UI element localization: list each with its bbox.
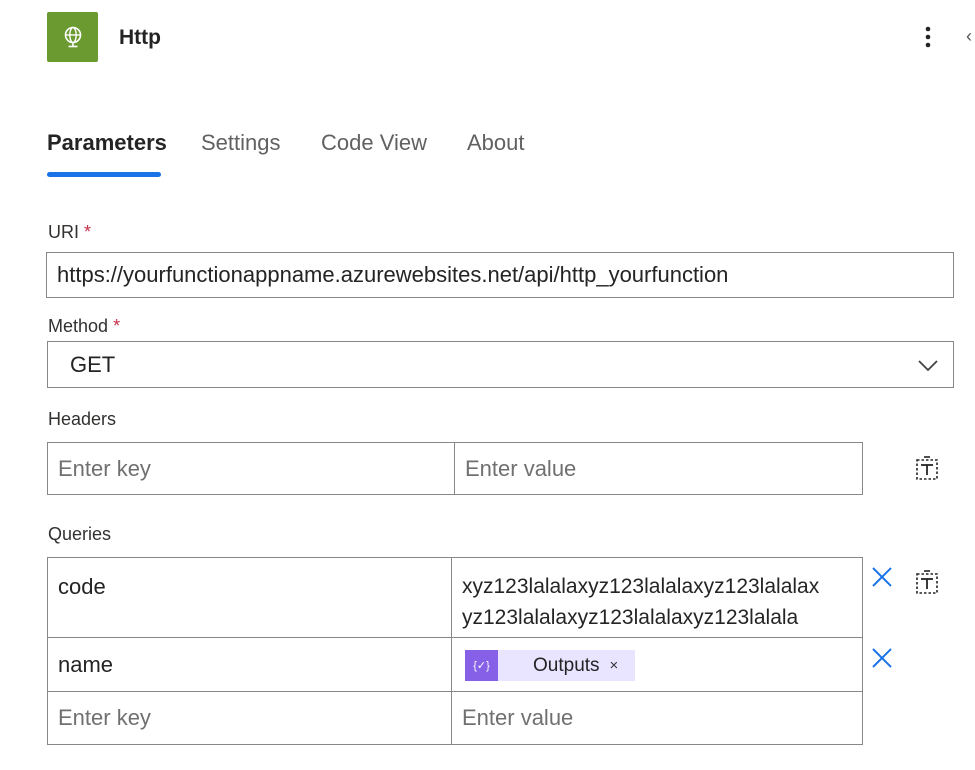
query-key-input[interactable]: Enter key [47, 691, 452, 745]
method-selected-value: GET [70, 351, 116, 377]
http-action-icon [47, 12, 98, 62]
query-key-input[interactable]: code [47, 557, 452, 638]
query-value-placeholder: Enter value [462, 705, 574, 730]
header-key-input[interactable]: Enter key [47, 442, 455, 495]
query-value-line-1: xyz123lalalaxyz123lalalaxyz123lalalax [462, 575, 820, 598]
headers-label: Headers [48, 409, 117, 429]
tab-about[interactable]: About [467, 130, 525, 156]
query-key-input[interactable]: name [47, 637, 452, 692]
header-value-input[interactable]: Enter value [454, 442, 863, 495]
action-title: Http [119, 26, 161, 49]
globe-icon [64, 26, 81, 48]
header-delete-button[interactable] [914, 454, 942, 487]
collapse-panel-icon[interactable]: ‹ [966, 26, 972, 47]
uri-input[interactable]: https://yourfunctionappname.azurewebsite… [46, 252, 954, 298]
more-options-button[interactable] [916, 20, 940, 54]
required-mark: * [84, 222, 92, 242]
close-icon [872, 567, 892, 587]
dynamic-content-token[interactable]: {✓} Outputs × [465, 650, 635, 681]
header-value-placeholder: Enter value [465, 455, 577, 481]
query-key-value: code [58, 574, 106, 599]
queries-label: Queries [48, 524, 112, 544]
query-delete-button[interactable] [914, 568, 942, 601]
close-icon [872, 648, 892, 668]
query-value-input[interactable]: xyz123lalalaxyz123lalalaxyz123lalalax yz… [451, 557, 863, 638]
token-label: Outputs [533, 654, 600, 676]
token-remove-button[interactable]: × [610, 657, 619, 674]
query-remove-button[interactable] [871, 566, 893, 593]
uri-label: URI * [48, 222, 92, 242]
header-key-placeholder: Enter key [58, 455, 151, 481]
query-key-value: name [58, 651, 114, 677]
query-remove-button[interactable] [871, 647, 893, 674]
query-value-line-2: yz123lalalaxyz123lalalaxyz123lalala [462, 606, 799, 629]
tab-parameters[interactable]: Parameters [47, 130, 167, 156]
chevron-down-icon [918, 360, 938, 372]
query-value-input[interactable]: Enter value [451, 691, 863, 745]
method-label: Method * [48, 316, 121, 336]
required-mark: * [113, 316, 121, 336]
expression-icon: {✓} [465, 650, 498, 681]
method-dropdown[interactable]: GET [47, 341, 954, 388]
more-vertical-icon [925, 26, 931, 48]
uri-value: https://yourfunctionappname.azurewebsite… [57, 262, 729, 287]
delete-text-icon [916, 570, 938, 594]
active-tab-indicator [47, 172, 161, 177]
query-key-placeholder: Enter key [58, 705, 151, 730]
delete-text-icon [916, 456, 938, 480]
tab-settings[interactable]: Settings [201, 130, 281, 156]
tab-code-view[interactable]: Code View [321, 130, 427, 156]
